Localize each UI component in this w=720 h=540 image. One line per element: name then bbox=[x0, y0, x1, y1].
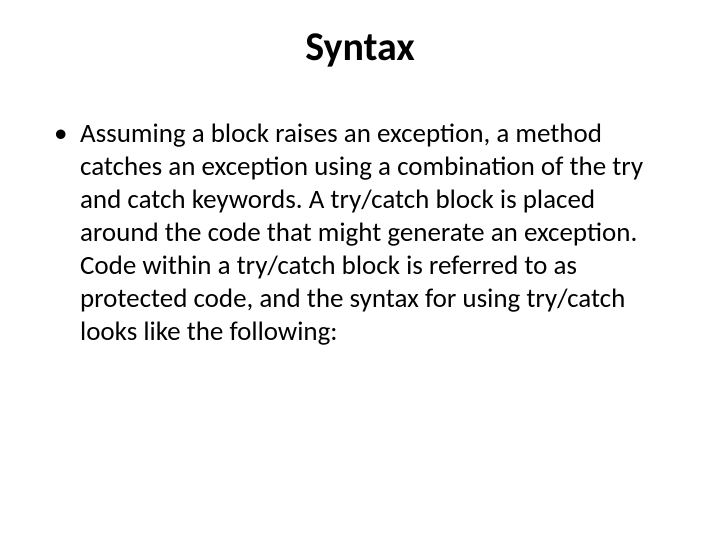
bullet-list: Assuming a block raises an exception, a … bbox=[54, 118, 674, 349]
slide: Syntax Assuming a block raises an except… bbox=[0, 0, 720, 540]
list-item: Assuming a block raises an exception, a … bbox=[54, 118, 674, 349]
slide-title: Syntax bbox=[0, 22, 720, 71]
slide-body: Assuming a block raises an exception, a … bbox=[54, 118, 674, 349]
